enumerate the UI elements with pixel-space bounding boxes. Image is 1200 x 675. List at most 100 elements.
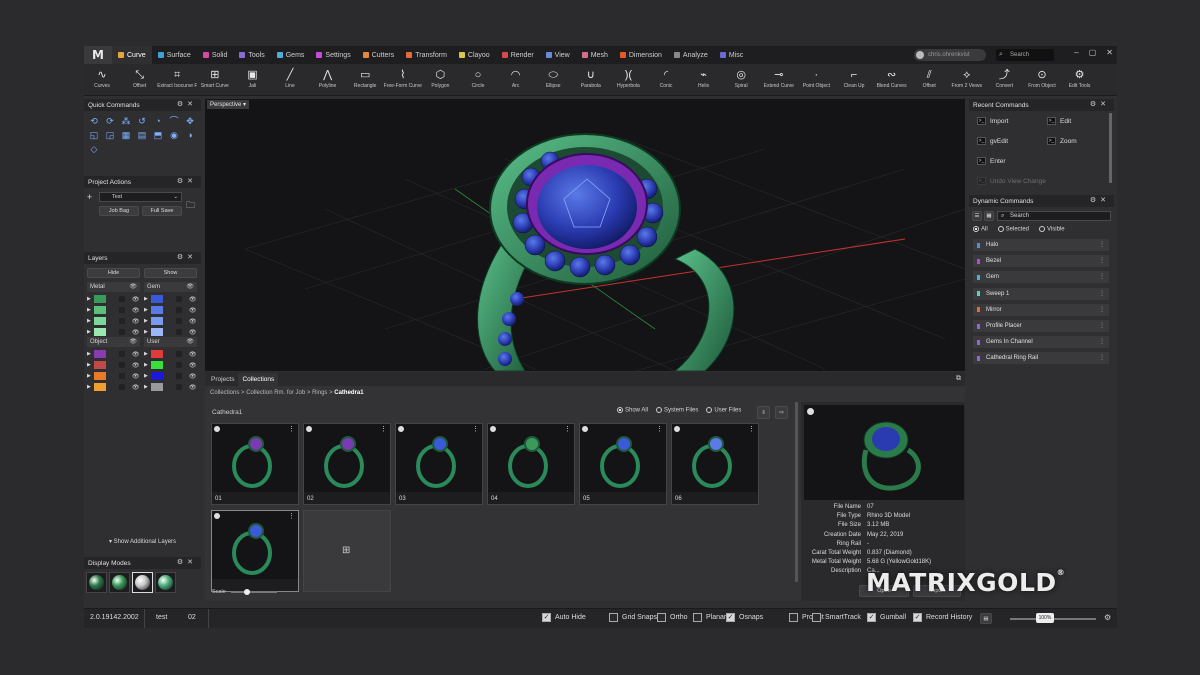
- tool-blend-curves[interactable]: ∾ Blend Curves: [872, 67, 912, 89]
- eye-icon[interactable]: 👁: [132, 373, 140, 380]
- expand-arrow-icon[interactable]: ▶: [87, 384, 91, 390]
- popout-icon[interactable]: ⧉: [956, 375, 961, 383]
- collection-item[interactable]: ⋮: [211, 510, 299, 592]
- tool-point-object[interactable]: · Point Object: [796, 67, 836, 89]
- tool-jali[interactable]: ▣ Jali: [232, 67, 272, 89]
- eye-icon[interactable]: 👁: [189, 351, 197, 358]
- recent-command-item[interactable]: >_ Undo View Change: [977, 177, 1046, 185]
- recent-command-item[interactable]: >_ gvEdit: [977, 137, 1008, 145]
- layer-row[interactable]: ▶ 👁: [87, 305, 139, 315]
- scale-slider-handle[interactable]: [244, 589, 251, 595]
- expand-arrow-icon[interactable]: ▶: [144, 384, 148, 390]
- tool-smart-curve[interactable]: ⊞ Smart Curve: [195, 67, 235, 89]
- lock-icon[interactable]: [118, 296, 125, 302]
- tool-extend-curve[interactable]: ⊸ Extend Curve: [759, 67, 799, 89]
- quick-command-icon[interactable]: ◔: [150, 115, 166, 127]
- eye-icon[interactable]: 👁: [186, 282, 194, 292]
- lock-icon[interactable]: [175, 384, 182, 390]
- layer-color[interactable]: [93, 372, 106, 380]
- tool-extract-isocurve-fr-[interactable]: ⌗ Extract Isocurve Fr...: [157, 67, 197, 89]
- dynamic-search-input[interactable]: ⌕ Search: [997, 211, 1111, 221]
- dynamic-filter-selected[interactable]: Selected: [997, 226, 1029, 233]
- tool-from-2-views[interactable]: ⟡ From 2 Views: [947, 67, 987, 89]
- quick-command-icon[interactable]: ⟲: [86, 115, 102, 127]
- tab-transform[interactable]: Transform: [400, 46, 453, 64]
- lock-icon[interactable]: [175, 318, 182, 324]
- quick-command-icon[interactable]: ◉: [166, 129, 182, 141]
- recent-command-item[interactable]: >_ Enter: [977, 157, 1006, 165]
- display-mode-button[interactable]: [109, 572, 130, 593]
- dynamic-filter-all[interactable]: All: [973, 226, 988, 233]
- tool-clean-up[interactable]: ⌐ Clean Up: [834, 67, 874, 89]
- eye-icon[interactable]: 👁: [189, 296, 197, 303]
- tool-polyline[interactable]: ⋀ Polyline: [308, 67, 348, 89]
- dynamic-command-item[interactable]: Halo ⋮: [973, 239, 1109, 251]
- expand-arrow-icon[interactable]: ▶: [87, 329, 91, 335]
- project-select[interactable]: Test ⌄: [99, 192, 182, 202]
- quick-command-icon[interactable]: ⟳: [102, 115, 118, 127]
- tool-curves[interactable]: ∿ Curves: [84, 67, 122, 89]
- eye-icon[interactable]: 👁: [189, 362, 197, 369]
- expand-arrow-icon[interactable]: ▶: [144, 318, 148, 324]
- grid-view-icon[interactable]: ▦: [984, 211, 994, 221]
- tab-collections[interactable]: Collections: [238, 373, 279, 386]
- tab-cutters[interactable]: Cutters: [357, 46, 401, 64]
- recent-scrollbar[interactable]: [1109, 113, 1112, 183]
- quick-command-icon[interactable]: ▦: [118, 129, 134, 141]
- display-mode-button[interactable]: [86, 572, 107, 593]
- more-options-icon[interactable]: ⋮: [1099, 273, 1105, 280]
- more-options-icon[interactable]: ⋮: [288, 512, 295, 520]
- breadcrumb-item[interactable]: Cathedra1: [334, 390, 363, 396]
- toggle-osnaps[interactable]: ✓ Osnaps: [726, 613, 763, 622]
- panel-controls[interactable]: ⚙✕: [177, 100, 197, 108]
- layer-group-header[interactable]: User 👁: [144, 337, 197, 347]
- viewport-label[interactable]: Perspective ▾: [207, 100, 250, 109]
- quick-command-icon[interactable]: ⁂: [118, 115, 134, 127]
- add-project-button[interactable]: +: [87, 192, 96, 202]
- tool-hyperbola[interactable]: )(Hyperbola: [608, 67, 648, 89]
- layer-color[interactable]: [150, 295, 163, 303]
- layer-row[interactable]: ▶ 👁: [87, 360, 139, 370]
- layer-color[interactable]: [150, 361, 163, 369]
- export-file-icon[interactable]: ⇨: [775, 406, 788, 419]
- tab-tools[interactable]: Tools: [233, 46, 270, 64]
- tool-from-object[interactable]: ⊙ From Object: [1022, 67, 1062, 89]
- eye-icon[interactable]: 👁: [186, 337, 194, 347]
- tool-helix[interactable]: ⌁ Helix: [684, 67, 724, 89]
- lock-icon[interactable]: [175, 329, 182, 335]
- quick-command-icon[interactable]: ⬒: [150, 129, 166, 141]
- show-additional-layers-button[interactable]: ▾ Show Additional Layers: [84, 538, 201, 545]
- toggle-gumball[interactable]: ✓ Gumball: [867, 613, 906, 622]
- tab-analyze[interactable]: Analyze: [668, 46, 714, 64]
- tab-surface[interactable]: Surface: [152, 46, 197, 64]
- dynamic-filter-visible[interactable]: Visible: [1039, 226, 1065, 233]
- collection-item[interactable]: ⋮ 03: [395, 423, 483, 505]
- tool-conic[interactable]: ◜ Conic: [646, 67, 686, 89]
- eye-icon[interactable]: 👁: [132, 318, 140, 325]
- grid-scrollbar[interactable]: [795, 402, 798, 582]
- quick-command-icon[interactable]: ⌒: [166, 115, 182, 127]
- collection-item[interactable]: ⋮ 04: [487, 423, 575, 505]
- tab-misc[interactable]: Misc: [714, 46, 749, 64]
- hide-layers-button[interactable]: Hide: [87, 268, 140, 278]
- job-bag-button[interactable]: Job Bag: [99, 206, 139, 216]
- tab-mesh[interactable]: Mesh: [576, 46, 614, 64]
- panel-controls[interactable]: ⚙✕: [177, 253, 197, 261]
- perspective-viewport[interactable]: Perspective ▾: [205, 99, 965, 371]
- eye-icon[interactable]: 👁: [132, 384, 140, 391]
- layer-row[interactable]: ▶ 👁: [87, 349, 139, 359]
- layer-row[interactable]: ▶ 👁: [144, 371, 196, 381]
- panel-controls[interactable]: ⚙✕: [1090, 196, 1110, 204]
- lock-icon[interactable]: [118, 362, 125, 368]
- lock-icon[interactable]: [118, 373, 125, 379]
- layer-row[interactable]: ▶ 👁: [144, 327, 196, 337]
- dynamic-command-item[interactable]: Profile Placer ⋮: [973, 320, 1109, 332]
- list-view-icon[interactable]: ☰: [972, 211, 982, 221]
- scale-slider-track[interactable]: [231, 589, 277, 595]
- layer-row[interactable]: ▶ 👁: [87, 316, 139, 326]
- expand-arrow-icon[interactable]: ▶: [144, 296, 148, 302]
- more-options-icon[interactable]: ⋮: [288, 425, 295, 433]
- close-button[interactable]: ✕: [1106, 48, 1113, 57]
- more-options-icon[interactable]: ⋮: [1099, 322, 1105, 329]
- minimize-button[interactable]: –: [1074, 48, 1078, 57]
